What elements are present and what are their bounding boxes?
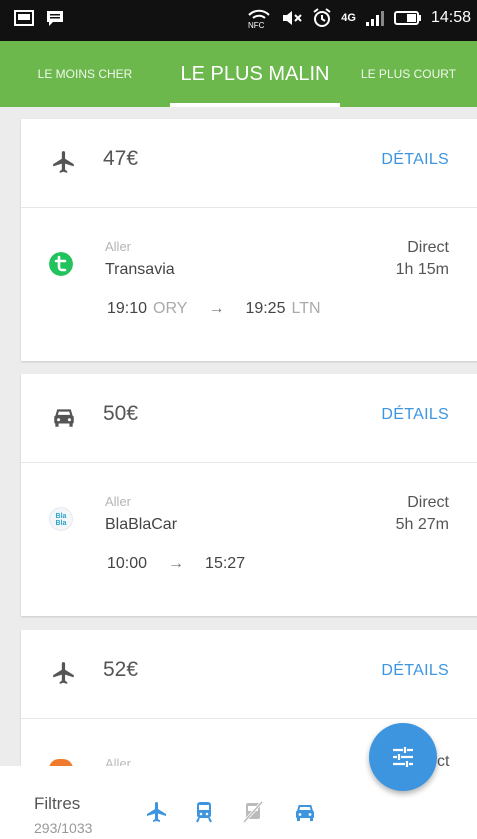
operator-name: BlaBlaCar	[105, 516, 178, 533]
arrive-time: 19:25	[245, 300, 286, 317]
car-icon	[54, 409, 74, 427]
duration-label: 5h 27m	[395, 516, 449, 533]
image-notification-icon	[14, 10, 34, 26]
tab-shortest[interactable]: LE PLUS COURT	[340, 41, 477, 107]
svg-text:Bla: Bla	[56, 513, 67, 520]
stops-label: Direct	[407, 239, 449, 256]
svg-text:Bla: Bla	[56, 520, 67, 527]
result-price: 47€	[103, 147, 139, 170]
filters-label[interactable]: Filtres	[34, 794, 80, 814]
nfc-wifi-icon: NFC	[248, 9, 270, 29]
active-tab-indicator	[170, 103, 340, 107]
status-time: 14:58	[430, 9, 471, 26]
car-icon[interactable]	[293, 800, 317, 824]
battery-icon	[393, 11, 421, 25]
details-button[interactable]: DÉTAILS	[381, 662, 449, 680]
svg-text:NFC: NFC	[248, 21, 265, 29]
result-card[interactable]: 47€ DÉTAILS Aller Transavia 19:10 ORY → …	[21, 119, 477, 361]
tab-smartest[interactable]: LE PLUS MALIN	[170, 41, 340, 107]
arrive-time: 15:27	[205, 555, 246, 572]
filter-fab-button[interactable]	[369, 723, 437, 791]
arrive-code: LTN	[291, 300, 321, 317]
arrow-right-icon: →	[168, 555, 185, 572]
arrow-right-icon: →	[208, 300, 225, 317]
message-notification-icon	[47, 11, 63, 26]
tune-sliders-icon	[393, 747, 413, 767]
bus-disabled-icon[interactable]	[241, 800, 265, 824]
network-type: 4G	[341, 12, 356, 24]
depart-time: 19:10	[107, 300, 148, 317]
alarm-icon	[313, 8, 331, 27]
results-count: 293/1033	[34, 820, 93, 836]
status-bar: NFC 4G 14:58	[0, 0, 477, 41]
result-card-header: 50€ DÉTAILS	[21, 374, 477, 463]
plane-icon[interactable]	[145, 800, 169, 824]
signal-icon	[365, 11, 384, 26]
result-price: 50€	[103, 402, 139, 425]
duration-label: 1h 15m	[395, 261, 449, 278]
result-card-header: 52€ DÉTAILS	[21, 630, 477, 719]
result-price: 52€	[103, 658, 139, 681]
details-button[interactable]: DÉTAILS	[381, 151, 449, 169]
direction-label: Aller	[105, 494, 132, 509]
tab-cheapest[interactable]: LE MOINS CHER	[0, 41, 170, 107]
details-button[interactable]: DÉTAILS	[381, 406, 449, 424]
sort-tabs: LE MOINS CHER LE PLUS MALIN LE PLUS COUR…	[0, 41, 477, 107]
transavia-logo-icon	[49, 252, 73, 276]
schedule-row: 10:00 → 15:27	[107, 555, 245, 573]
direction-label: Aller	[105, 239, 132, 254]
plane-icon	[53, 151, 74, 173]
plane-icon	[53, 662, 74, 684]
schedule-row: 19:10 ORY → 19:25 LTN	[107, 300, 321, 318]
mute-icon	[283, 11, 302, 25]
depart-time: 10:00	[107, 555, 148, 572]
depart-code: ORY	[153, 300, 188, 317]
result-card[interactable]: 50€ DÉTAILS Bla Bla Aller BlaBlaCar 10:00…	[21, 374, 477, 616]
blablacar-logo-icon: BlaBla	[49, 507, 73, 531]
result-card-header: 47€ DÉTAILS	[21, 119, 477, 208]
operator-name: Transavia	[105, 261, 175, 278]
stops-label: Direct	[407, 494, 449, 511]
train-icon[interactable]	[192, 800, 216, 824]
